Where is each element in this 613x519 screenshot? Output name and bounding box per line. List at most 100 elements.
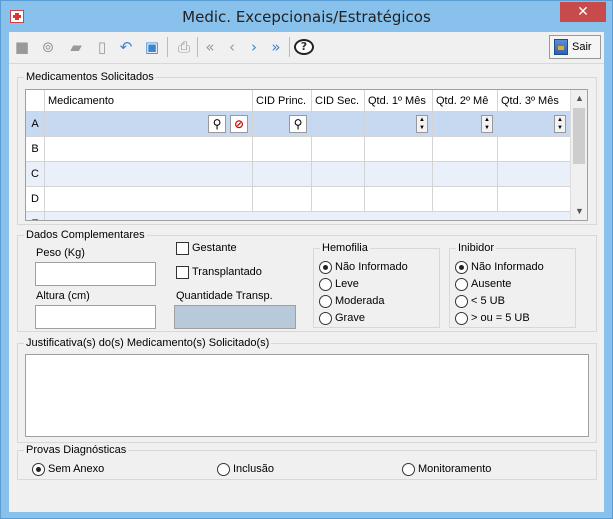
provas-radio-monitoramento[interactable]: [402, 463, 415, 476]
grid-scrollbar[interactable]: ▲ ▼: [570, 90, 587, 220]
toolbar-separator: [197, 37, 198, 57]
eraser-icon[interactable]: ▰: [65, 36, 87, 58]
hemofilia-radio-grave[interactable]: [319, 312, 332, 325]
medicamentos-grid: Medicamento CID Princ. CID Sec. Qtd. 1º …: [25, 89, 588, 221]
transplantado-checkbox[interactable]: [176, 266, 189, 279]
cell-cid-princ-d[interactable]: [253, 187, 312, 212]
spinner-icon[interactable]: ▲ ▼: [416, 115, 428, 133]
cell-qtd-2-b[interactable]: [433, 137, 498, 162]
binoculars-icon[interactable]: ⊚: [37, 36, 59, 58]
cell-qtd-3-a[interactable]: ▲ ▼: [498, 112, 571, 137]
print-icon[interactable]: ⎙: [173, 36, 195, 58]
spinner-icon[interactable]: ▲ ▼: [481, 115, 493, 133]
cell-cid-sec-d[interactable]: [312, 187, 365, 212]
hemofilia-option-label: Leve: [335, 278, 359, 290]
cell-medicamento-a[interactable]: ⚲ ⊘: [45, 112, 253, 137]
next-icon[interactable]: ›: [243, 36, 265, 58]
row-header-b[interactable]: B: [26, 137, 45, 162]
last-icon[interactable]: »: [265, 36, 287, 58]
peso-input[interactable]: [35, 262, 156, 286]
col-cid-sec: CID Sec.: [312, 90, 365, 112]
cell-qtd-3-d[interactable]: [498, 187, 571, 212]
inibidor-radio-maior-igual-5[interactable]: [455, 312, 468, 325]
row-header-d[interactable]: D: [26, 187, 45, 212]
inibidor-option-label: < 5 UB: [471, 295, 505, 307]
cell-medicamento-b[interactable]: [45, 137, 253, 162]
scroll-down-icon[interactable]: ▼: [571, 203, 587, 220]
row-header-a[interactable]: A: [26, 112, 45, 137]
cell-qtd-2-a[interactable]: ▲ ▼: [433, 112, 498, 137]
close-button[interactable]: ✕: [560, 2, 606, 22]
toolbar: ■ ⊚ ▰ ▯ ↶ ▣ ⎙ « ‹ › » ? Sair: [9, 32, 604, 64]
new-icon[interactable]: ■: [11, 36, 33, 58]
gestante-checkbox[interactable]: [176, 242, 189, 255]
cell-qtd-1-d[interactable]: [365, 187, 433, 212]
hemofilia-label: Hemofilia: [320, 242, 370, 254]
col-cid-princ: CID Princ.: [253, 90, 312, 112]
cell-qtd-1-b[interactable]: [365, 137, 433, 162]
cell-cid-princ-a[interactable]: ⚲: [253, 112, 312, 137]
provas-option-label: Sem Anexo: [48, 463, 105, 475]
provas-radio-sem-anexo[interactable]: [32, 463, 45, 476]
hemofilia-radio-leve[interactable]: [319, 278, 332, 291]
prev-icon[interactable]: ‹: [221, 36, 243, 58]
delete-icon[interactable]: ⊘: [230, 115, 248, 133]
cell-cid-sec-a[interactable]: [312, 112, 365, 137]
row-header-e[interactable]: E: [26, 212, 45, 220]
exit-icon: [554, 39, 568, 55]
transplantado-label: Transplantado: [192, 266, 262, 278]
provas-radio-inclusao[interactable]: [217, 463, 230, 476]
cell-medicamento-d[interactable]: [45, 187, 253, 212]
inibidor-radio-menor-5[interactable]: [455, 295, 468, 308]
cell-cid-princ-b[interactable]: [253, 137, 312, 162]
scroll-thumb[interactable]: [573, 108, 585, 164]
spinner-icon[interactable]: ▲ ▼: [554, 115, 566, 133]
client-area: ■ ⊚ ▰ ▯ ↶ ▣ ⎙ « ‹ › » ? Sair Medicamento…: [9, 32, 604, 512]
hemofilia-radio-moderada[interactable]: [319, 295, 332, 308]
inibidor-radio-ausente[interactable]: [455, 278, 468, 291]
altura-input[interactable]: [35, 305, 156, 329]
hemofilia-group: Hemofilia: [313, 242, 440, 328]
inibidor-radio-nao-informado[interactable]: [455, 261, 468, 274]
inibidor-label: Inibidor: [456, 242, 497, 254]
toolbar-separator: [167, 37, 168, 57]
grid-corner: [26, 90, 45, 112]
provas-option-label: Monitoramento: [418, 463, 492, 475]
cell-cid-princ-c[interactable]: [253, 162, 312, 187]
cell-medicamento-c[interactable]: [45, 162, 253, 187]
save-icon[interactable]: ▣: [141, 36, 163, 58]
trash-icon[interactable]: ▯: [91, 36, 113, 58]
cell-cid-sec-b[interactable]: [312, 137, 365, 162]
cell-qtd-2-c[interactable]: [433, 162, 498, 187]
first-icon[interactable]: «: [199, 36, 221, 58]
help-icon[interactable]: ?: [293, 36, 315, 58]
justificativa-textarea[interactable]: [25, 354, 589, 437]
hemofilia-radio-nao-informado[interactable]: [319, 261, 332, 274]
qtd-transp-label: Quantidade Transp.: [176, 290, 273, 302]
qtd-transp-input: [174, 305, 296, 329]
provas-option-label: Inclusão: [233, 463, 274, 475]
cell-qtd-2-d[interactable]: [433, 187, 498, 212]
inibidor-option-label: Não Informado: [471, 261, 544, 273]
altura-label: Altura (cm): [36, 290, 90, 302]
search-icon[interactable]: ⚲: [289, 115, 307, 133]
cell-row-e[interactable]: [45, 212, 571, 220]
sair-button[interactable]: Sair: [549, 35, 601, 59]
cell-qtd-1-c[interactable]: [365, 162, 433, 187]
cell-cid-sec-c[interactable]: [312, 162, 365, 187]
scroll-up-icon[interactable]: ▲: [571, 90, 587, 107]
row-header-c[interactable]: C: [26, 162, 45, 187]
titlebar[interactable]: Medic. Excepcionais/Estratégicos ✕: [1, 1, 612, 32]
window-title: Medic. Excepcionais/Estratégicos: [182, 8, 431, 26]
col-qtd-1: Qtd. 1º Mês: [365, 90, 433, 112]
provas-group-label: Provas Diagnósticas: [24, 444, 129, 456]
cell-qtd-3-b[interactable]: [498, 137, 571, 162]
undo-icon[interactable]: ↶: [115, 36, 137, 58]
search-icon[interactable]: ⚲: [208, 115, 226, 133]
cell-qtd-3-c[interactable]: [498, 162, 571, 187]
col-medicamento: Medicamento: [45, 90, 253, 112]
app-window: Medic. Excepcionais/Estratégicos ✕ ■ ⊚ ▰…: [0, 0, 613, 519]
peso-label: Peso (Kg): [36, 247, 85, 259]
hemofilia-option-label: Grave: [335, 312, 365, 324]
cell-qtd-1-a[interactable]: ▲ ▼: [365, 112, 433, 137]
